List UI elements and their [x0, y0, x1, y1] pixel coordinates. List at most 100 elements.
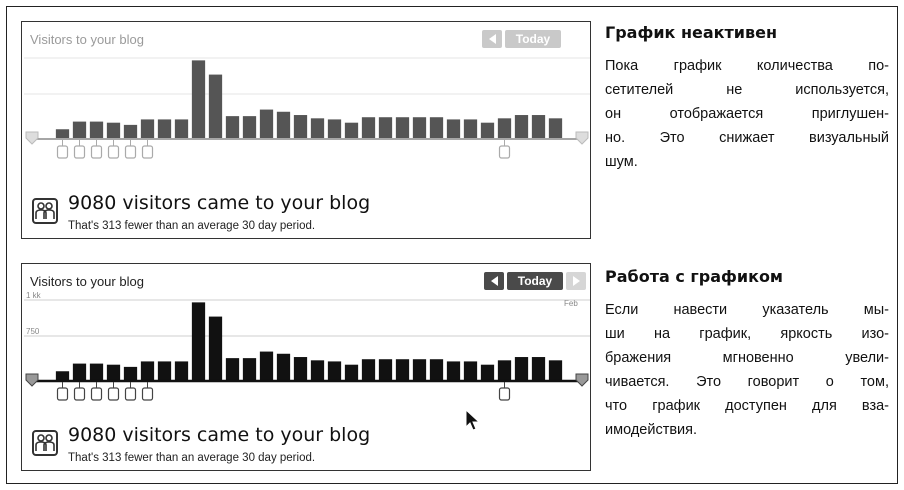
chart-bar: [276, 353, 291, 380]
y-tick-label: 1 kk: [26, 292, 42, 300]
triangle-left-icon: [488, 34, 496, 44]
caption-line: но. Это снижает визуальный: [605, 130, 889, 146]
chart-bar: [344, 122, 359, 138]
post-marker[interactable]: [107, 145, 120, 159]
caption-line: Если навести указатель мы-: [605, 302, 889, 318]
chart-bar: [174, 361, 189, 380]
date-nav: Today: [484, 272, 586, 290]
chart-bar: [361, 117, 376, 138]
caption-line: ши на график, яркость изо-: [605, 326, 889, 342]
chart-bar: [361, 359, 376, 380]
chart-bar: [55, 371, 70, 380]
chart-bar: [480, 122, 495, 138]
chart-bar: [548, 118, 563, 138]
chart-bar: [531, 115, 546, 138]
post-marker[interactable]: [107, 387, 120, 401]
chart-bar: [89, 121, 104, 138]
range-handle-icon[interactable]: [25, 131, 39, 145]
chart-bar: [55, 129, 70, 138]
post-marker[interactable]: [90, 387, 103, 401]
post-marker[interactable]: [73, 387, 86, 401]
chart-bar: [191, 60, 206, 138]
chart-bar: [123, 124, 138, 138]
chart-bar: [548, 360, 563, 380]
chart-bar: [293, 115, 308, 138]
prev-button[interactable]: [482, 30, 502, 48]
visitors-widget-active[interactable]: Visitors to your blog Today 1 kk 750 Feb 9…: [21, 263, 591, 471]
caption-active: Работа с графиком Если навести указатель…: [605, 267, 889, 442]
chart-bar: [276, 111, 291, 138]
chart-bar: [395, 117, 410, 138]
chart-bar: [446, 361, 461, 380]
chart-bar: [242, 358, 257, 380]
caption-line: сетителей не используется,: [605, 82, 889, 98]
range-handle-icon[interactable]: [25, 373, 39, 387]
visitors-widget-inactive[interactable]: Visitors to your blog Today 9080 visitor…: [21, 21, 591, 239]
chart-bar: [429, 117, 444, 138]
next-button[interactable]: [566, 272, 586, 290]
chart-bar: [310, 360, 325, 380]
today-button[interactable]: Today: [507, 272, 563, 290]
x-end-label: Feb: [564, 299, 578, 308]
chart-bar: [531, 357, 546, 380]
caption-line: что график доступен для вза-: [605, 398, 889, 414]
summary-title: 9080 visitors came to your blog: [68, 424, 371, 446]
date-nav: Today: [482, 30, 561, 48]
caption-line: Пока график количества по-: [605, 58, 889, 74]
chart-bar: [106, 122, 121, 138]
triangle-right-icon: [572, 276, 580, 286]
chart-bar: [157, 361, 172, 380]
chart-bar: [497, 118, 512, 138]
chart-bar: [412, 117, 427, 138]
post-marker[interactable]: [56, 387, 69, 401]
example-active: Visitors to your blog Today 1 kk 750 Feb 9…: [7, 257, 897, 479]
chart-bar: [429, 359, 444, 380]
chart-bar: [208, 74, 223, 138]
post-marker[interactable]: [56, 145, 69, 159]
post-marker[interactable]: [141, 145, 154, 159]
post-marker[interactable]: [124, 145, 137, 159]
summary-subtitle: That's 313 fewer than an average 30 day …: [68, 452, 316, 464]
caption-line: шум.: [605, 154, 638, 170]
range-handle-icon[interactable]: [575, 373, 589, 387]
chart-bar: [514, 115, 529, 138]
today-button[interactable]: Today: [505, 30, 561, 48]
chart-bar: [174, 119, 189, 138]
caption-line: имодействия.: [605, 422, 698, 438]
chart-bar: [395, 359, 410, 380]
prev-button[interactable]: [484, 272, 504, 290]
summary-subtitle: That's 313 fewer than an average 30 day …: [68, 220, 316, 232]
post-marker[interactable]: [73, 145, 86, 159]
caption-inactive: График неактивен Пока график количества …: [605, 23, 889, 174]
caption-line: он отображается приглушен-: [605, 106, 889, 122]
post-marker[interactable]: [141, 387, 154, 401]
chart-bar: [191, 302, 206, 380]
chart-bar: [140, 361, 155, 380]
range-handle-icon[interactable]: [575, 131, 589, 145]
caption-heading: График неактивен: [605, 23, 778, 42]
caption-line: бражения мгновенно увели-: [605, 350, 889, 366]
chart-bar: [344, 364, 359, 380]
chart-bar: [225, 358, 240, 380]
caption-text: Если навести указатель мы- ши на график,…: [605, 298, 889, 442]
post-marker[interactable]: [498, 145, 511, 159]
chart-bar: [72, 121, 87, 138]
people-icon: [32, 198, 58, 224]
caption-text: Пока график количества по- сетителей не …: [605, 54, 889, 174]
chart-bar: [157, 119, 172, 138]
post-marker[interactable]: [498, 387, 511, 401]
chart-bar: [463, 119, 478, 138]
visitors-chart[interactable]: [24, 50, 590, 180]
chart-bar: [89, 363, 104, 380]
chart-bar: [327, 119, 342, 138]
chart-bar: [514, 357, 529, 380]
chart-bar: [242, 116, 257, 138]
post-marker[interactable]: [90, 145, 103, 159]
widget-title: Visitors to your blog: [30, 274, 144, 289]
chart-bar: [446, 119, 461, 138]
y-tick-label: 750: [26, 327, 40, 336]
visitors-chart[interactable]: 1 kk 750 Feb: [24, 292, 590, 422]
post-marker[interactable]: [124, 387, 137, 401]
chart-bar: [378, 117, 393, 138]
mouse-pointer-icon: [465, 409, 481, 431]
